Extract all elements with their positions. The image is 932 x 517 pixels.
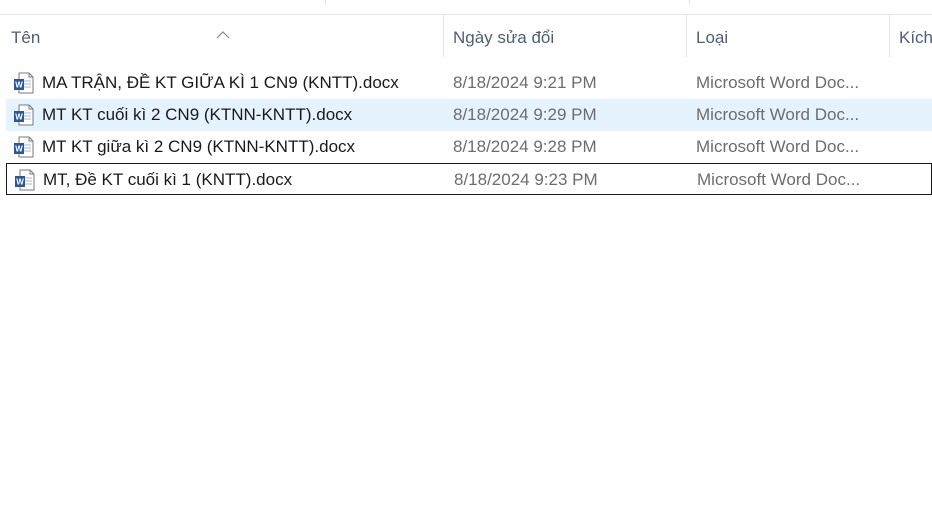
svg-text:W: W bbox=[15, 113, 23, 122]
file-row[interactable]: W MT KT cuối kì 2 CN9 (KTNN-KNTT).docx 8… bbox=[6, 99, 932, 131]
svg-text:W: W bbox=[15, 145, 23, 154]
word-document-icon: W bbox=[14, 72, 34, 94]
column-divider[interactable] bbox=[686, 15, 687, 57]
toolbar-separator bbox=[689, 0, 690, 5]
file-date-modified: 8/18/2024 9:28 PM bbox=[453, 137, 597, 156]
column-divider[interactable] bbox=[889, 15, 890, 57]
file-row[interactable]: W MT, Đề KT cuối kì 1 (KNTT).docx 8/18/2… bbox=[6, 163, 932, 195]
svg-text:W: W bbox=[16, 178, 24, 187]
column-header-type[interactable]: Loại bbox=[696, 15, 886, 57]
file-name: MT, Đề KT cuối kì 1 (KNTT).docx bbox=[43, 170, 293, 189]
file-date-modified: 8/18/2024 9:21 PM bbox=[453, 73, 597, 92]
file-type: Microsoft Word Doc... bbox=[696, 105, 860, 124]
column-header: Tên Ngày sửa đổi Loại Kích bbox=[0, 15, 932, 57]
file-type: Microsoft Word Doc... bbox=[697, 170, 861, 189]
word-document-icon: W bbox=[14, 136, 34, 158]
file-row[interactable]: W MA TRẬN, ĐỀ KT GIỮA KÌ 1 CN9 (KNTT).do… bbox=[6, 67, 932, 99]
column-header-size[interactable]: Kích bbox=[899, 15, 932, 57]
column-divider[interactable] bbox=[443, 15, 444, 57]
word-document-icon: W bbox=[14, 104, 34, 126]
file-date-modified: 8/18/2024 9:29 PM bbox=[453, 105, 597, 124]
word-document-icon: W bbox=[15, 169, 35, 191]
toolbar-strip bbox=[0, 0, 932, 15]
column-header-date[interactable]: Ngày sửa đổi bbox=[453, 15, 683, 57]
file-row[interactable]: W MT KT giữa kì 2 CN9 (KTNN-KNTT).docx 8… bbox=[6, 131, 932, 163]
toolbar-separator bbox=[325, 0, 326, 5]
file-date-modified: 8/18/2024 9:23 PM bbox=[454, 170, 598, 189]
file-name: MA TRẬN, ĐỀ KT GIỮA KÌ 1 CN9 (KNTT).docx bbox=[42, 73, 399, 92]
column-header-name[interactable]: Tên bbox=[11, 15, 441, 57]
file-type: Microsoft Word Doc... bbox=[696, 73, 860, 92]
file-type: Microsoft Word Doc... bbox=[696, 137, 860, 156]
file-name: MT KT giữa kì 2 CN9 (KTNN-KNTT).docx bbox=[42, 137, 356, 156]
file-name: MT KT cuối kì 2 CN9 (KTNN-KNTT).docx bbox=[42, 105, 353, 124]
svg-text:W: W bbox=[15, 81, 23, 90]
